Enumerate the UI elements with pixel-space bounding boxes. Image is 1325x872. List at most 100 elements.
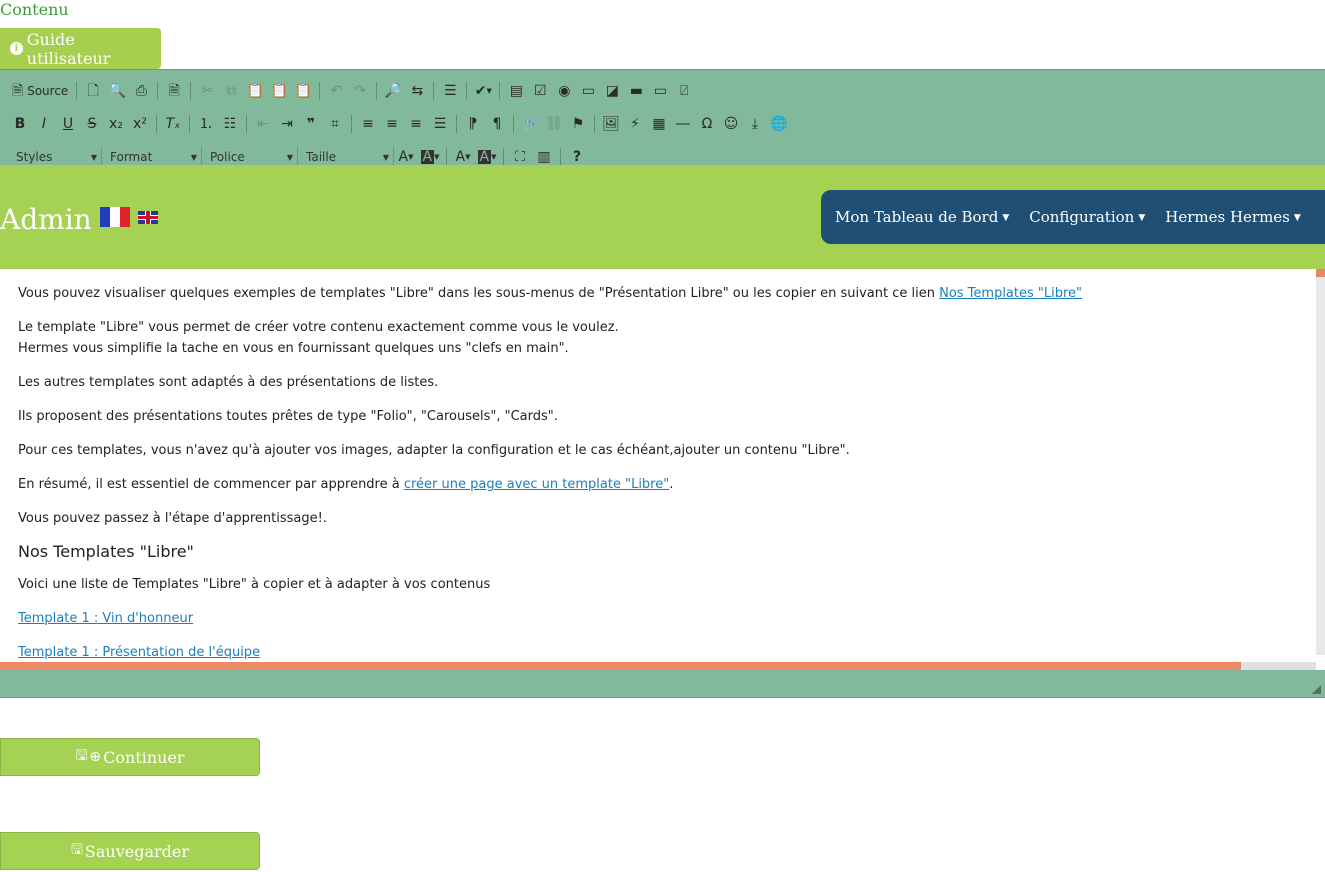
align-center-button[interactable]: ≡ xyxy=(380,112,404,136)
chevron-down-icon: ▼ xyxy=(190,152,197,162)
select-all-icon: ☰ xyxy=(444,83,457,99)
special-char-button[interactable]: Ω xyxy=(695,112,719,136)
paste-word-button[interactable]: 📋 xyxy=(291,79,315,103)
iframe-button[interactable]: 🌐 xyxy=(767,112,791,136)
outdent-button[interactable]: ⇤ xyxy=(251,112,275,136)
spellcheck-button[interactable]: ✔ ▼ xyxy=(471,79,495,103)
textarea-button[interactable]: ◪ xyxy=(600,79,624,103)
image-button[interactable]: 🖼 xyxy=(599,112,623,136)
nav-dashboard[interactable]: Mon Tableau de Bord ▼ xyxy=(835,208,1009,226)
source-button[interactable]: 🗎 Source xyxy=(8,79,72,103)
french-flag-icon[interactable] xyxy=(100,207,130,227)
separator xyxy=(503,148,504,166)
form-button[interactable]: ▤ xyxy=(504,79,528,103)
textfield-icon: ▭ xyxy=(581,83,595,99)
bg-color-icon: A xyxy=(477,149,492,165)
horizontal-scrollbar[interactable] xyxy=(0,662,1316,670)
italic-button[interactable]: I xyxy=(32,112,56,136)
remove-format-button[interactable]: Tₓ xyxy=(161,112,185,136)
preview-button[interactable]: 🔍 xyxy=(105,79,129,103)
templates-button[interactable]: 🗎 xyxy=(162,79,186,103)
select-button[interactable]: ▬ xyxy=(624,79,648,103)
separator xyxy=(446,148,447,166)
rtl-button[interactable]: ¶ xyxy=(485,112,509,136)
flag-icon: ⚑ xyxy=(571,116,585,132)
separator xyxy=(560,148,561,166)
resize-handle[interactable] xyxy=(1312,685,1321,694)
globe-icon: 🌐 xyxy=(770,116,788,132)
form-button-button[interactable]: ▭ xyxy=(648,79,672,103)
save-icon: 🖫 xyxy=(75,748,88,764)
create-page-link[interactable]: créer une page avec un template "Libre" xyxy=(404,477,669,492)
smiley-icon: ☺ xyxy=(723,116,739,132)
checkbox-button[interactable]: ☑ xyxy=(528,79,552,103)
nav-dashboard-label: Mon Tableau de Bord xyxy=(835,208,999,226)
replace-button[interactable]: ⇆ xyxy=(405,79,429,103)
undo-button[interactable]: ↶ xyxy=(324,79,348,103)
paste-text-button[interactable]: 📋 xyxy=(267,79,291,103)
document-body: Vous pouvez visualiser quelques exemples… xyxy=(18,283,1308,663)
vertical-scrollbar[interactable] xyxy=(1316,269,1325,655)
strike-button[interactable]: S xyxy=(80,112,104,136)
save-icon: 🖫 xyxy=(70,842,83,858)
justify-button[interactable]: ☰ xyxy=(428,112,452,136)
help-icon: ? xyxy=(572,149,582,165)
new-page-button[interactable]: 🗋 xyxy=(81,79,105,103)
anchor-button[interactable]: ⚑ xyxy=(566,112,590,136)
separator xyxy=(376,82,378,100)
numbered-list-button[interactable]: ⒈ xyxy=(194,112,218,136)
subscript-button[interactable]: x₂ xyxy=(104,112,128,136)
select-all-button[interactable]: ☰ xyxy=(438,79,462,103)
hidden-field-button[interactable]: ⍁ xyxy=(672,79,696,103)
link-icon: 🔗 xyxy=(521,116,539,132)
unlink-button[interactable]: ⛓ xyxy=(542,112,566,136)
horizontal-rule-button[interactable]: ― xyxy=(671,112,695,136)
show-blocks-icon: ▥ xyxy=(537,149,551,165)
size-combo-label: Taille xyxy=(306,150,337,164)
flash-button[interactable]: ⚡ xyxy=(623,112,647,136)
user-guide-button[interactable]: i Guide utilisateur xyxy=(0,28,161,69)
flash-icon: ⚡ xyxy=(630,116,640,132)
continue-button[interactable]: 🖫 ⊕ Continuer xyxy=(0,738,260,776)
bold-button[interactable]: B xyxy=(8,112,32,136)
link-button[interactable]: 🔗 xyxy=(518,112,542,136)
underline-button[interactable]: U xyxy=(56,112,80,136)
superscript-button[interactable]: x² xyxy=(128,112,152,136)
editor-toolbar: 🗎 Source 🗋 🔍 ⎙ 🗎 ✂ ⧉ 📋 📋 📋 ↶ ↷ 🔎 ⇆ ☰ ✔▼ xyxy=(0,70,1325,168)
ltr-button[interactable]: ⁋ xyxy=(461,112,485,136)
bulleted-list-button[interactable]: ☷ xyxy=(218,112,242,136)
nav-user-label: Hermes Hermes xyxy=(1165,208,1290,226)
blockquote-button[interactable]: ❞ xyxy=(299,112,323,136)
radio-icon: ◉ xyxy=(558,83,571,99)
indent-button[interactable]: ⇥ xyxy=(275,112,299,136)
align-right-button[interactable]: ≡ xyxy=(404,112,428,136)
button-icon: ▭ xyxy=(653,83,667,99)
redo-button[interactable]: ↷ xyxy=(348,79,372,103)
scroll-thumb[interactable] xyxy=(0,662,1241,670)
cut-button[interactable]: ✂ xyxy=(195,79,219,103)
paragraph: En résumé, il est essentiel de commencer… xyxy=(18,474,1308,495)
div-container-button[interactable]: ⌗ xyxy=(323,112,347,136)
table-button[interactable]: ▦ xyxy=(647,112,671,136)
template-link-2[interactable]: Template 1 : Présentation de l'équipe xyxy=(18,645,260,660)
paste-button[interactable]: 📋 xyxy=(243,79,267,103)
templates-link[interactable]: Nos Templates "Libre" xyxy=(939,286,1082,301)
template-link-1[interactable]: Template 1 : Vin d'honneur xyxy=(18,611,193,626)
radio-button[interactable]: ◉ xyxy=(552,79,576,103)
copy-button[interactable]: ⧉ xyxy=(219,79,243,103)
align-left-button[interactable]: ≡ xyxy=(356,112,380,136)
smiley-button[interactable]: ☺ xyxy=(719,112,743,136)
checkbox-icon: ☑ xyxy=(534,83,547,99)
caret-down-icon: ▼ xyxy=(1138,213,1146,223)
nav-configuration[interactable]: Configuration ▼ xyxy=(1029,208,1145,226)
user-guide-label: Guide utilisateur xyxy=(26,29,111,68)
scroll-thumb[interactable] xyxy=(1316,269,1325,277)
save-button[interactable]: 🖫 Sauvegarder xyxy=(0,832,260,870)
find-button[interactable]: 🔎 xyxy=(381,79,405,103)
print-button[interactable]: ⎙ xyxy=(129,79,153,103)
editor-content-area[interactable]: Admin Mon Tableau de Bord ▼ Configuration… xyxy=(0,165,1325,670)
uk-flag-icon[interactable] xyxy=(138,211,158,224)
page-break-button[interactable]: ⤓ xyxy=(743,112,767,136)
nav-user[interactable]: Hermes Hermes ▼ xyxy=(1165,208,1301,226)
textfield-button[interactable]: ▭ xyxy=(576,79,600,103)
